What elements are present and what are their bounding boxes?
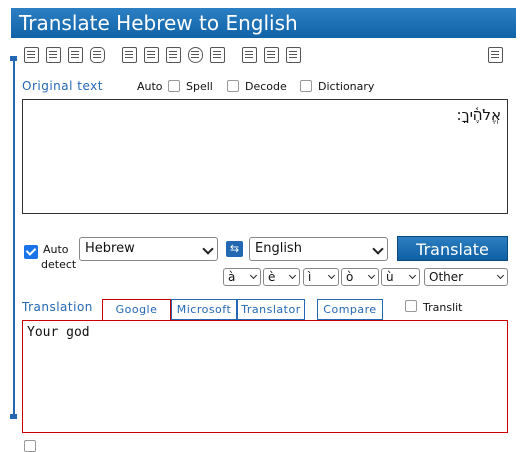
spell-label: Spell: [186, 80, 213, 93]
translit-checkbox[interactable]: [405, 300, 417, 312]
spell-checkbox[interactable]: [168, 80, 180, 92]
translate-button[interactable]: Translate: [397, 236, 508, 261]
accent-u-select[interactable]: ù: [381, 268, 420, 286]
accent-e-value: è: [268, 270, 276, 284]
auto-detect-label: Auto: [43, 243, 69, 256]
translation-label: Translation: [22, 300, 93, 314]
help-icon[interactable]: [286, 47, 301, 63]
swap-languages-icon[interactable]: ⇆: [226, 241, 243, 257]
dictionary-label: Dictionary: [318, 80, 375, 93]
left-bracket-bottom: [10, 414, 17, 419]
left-bracket-line: [13, 58, 15, 418]
spellcheck-icon[interactable]: [144, 47, 159, 63]
accent-i-value: ì: [308, 270, 312, 284]
partial-checkbox[interactable]: [24, 440, 36, 452]
auto-label: Auto: [137, 80, 163, 93]
original-text-label: Original text: [22, 79, 103, 93]
keyboard-icon[interactable]: [166, 47, 181, 63]
other-accents-value: Other: [429, 270, 464, 284]
print-icon[interactable]: [46, 47, 61, 63]
source-language-select[interactable]: Hebrew: [79, 237, 218, 261]
original-text-input[interactable]: אֱלֹהֶ֫יךָ:: [22, 99, 508, 214]
translation-output[interactable]: Your god: [22, 320, 508, 433]
source-language-value: Hebrew: [85, 241, 135, 256]
auto-detect-checkbox[interactable]: [24, 244, 38, 259]
accent-o-select[interactable]: ò: [341, 268, 379, 286]
target-language-value: English: [255, 241, 302, 256]
delete-icon[interactable]: [90, 47, 105, 63]
tools-icon[interactable]: [188, 47, 203, 63]
accent-o-value: ò: [346, 270, 354, 284]
tab-translator[interactable]: Translator: [237, 299, 305, 320]
accent-a-value: à: [228, 270, 236, 284]
tab-compare[interactable]: Compare: [317, 299, 383, 320]
dictionary-checkbox[interactable]: [300, 80, 312, 92]
other-accents-select[interactable]: Other: [424, 268, 508, 286]
decode-checkbox[interactable]: [227, 80, 239, 92]
printer-icon[interactable]: [242, 47, 257, 63]
accent-a-select[interactable]: à: [223, 268, 261, 286]
accent-e-select[interactable]: è: [263, 268, 300, 286]
book-icon[interactable]: [122, 47, 137, 63]
new-document-icon[interactable]: [24, 47, 39, 63]
tab-microsoft[interactable]: Microsoft: [171, 299, 237, 320]
edit-icon[interactable]: [488, 47, 503, 63]
clear-icon[interactable]: [68, 47, 83, 63]
image-icon[interactable]: [264, 47, 279, 63]
speaker-icon[interactable]: [210, 47, 225, 63]
tab-google[interactable]: Google: [102, 299, 171, 321]
translit-label: Translit: [423, 301, 463, 314]
decode-label: Decode: [245, 80, 287, 93]
auto-detect-label-2: detect: [41, 258, 77, 271]
target-language-select[interactable]: English: [249, 237, 388, 261]
translation-output-value: Your god: [27, 325, 90, 340]
accent-u-value: ù: [386, 270, 394, 284]
original-text-value: אֱלֹהֶ֫יךָ:: [456, 106, 501, 124]
window-title: Translate Hebrew to English: [11, 8, 516, 38]
accent-i-select[interactable]: ì: [303, 268, 339, 286]
